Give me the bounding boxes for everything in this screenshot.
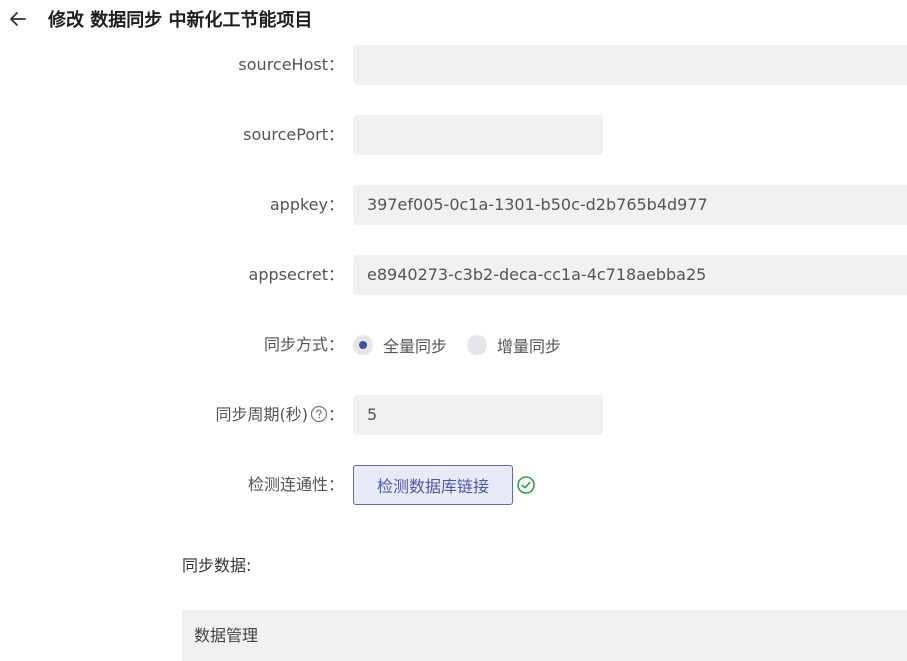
source-port-label: sourcePort：	[243, 125, 344, 144]
appkey-row: appkey：	[0, 185, 907, 225]
sync-mode-option-incremental[interactable]: 增量同步	[467, 333, 561, 357]
appkey-label: appkey：	[269, 195, 344, 214]
sync-mode-option-label: 全量同步	[383, 337, 448, 356]
source-host-label: sourceHost：	[238, 55, 344, 74]
radio-unchecked-icon[interactable]	[467, 335, 488, 355]
sync-period-label: 同步周期(秒)：	[215, 405, 344, 424]
connectivity-row: 检测连通性： 检测数据库链接	[0, 465, 907, 505]
page-title: 修改 数据同步 中新化工节能项目	[48, 10, 313, 31]
check-circle-icon	[517, 476, 535, 494]
test-db-connection-button[interactable]: 检测数据库链接	[353, 465, 513, 505]
page: 修改 数据同步 中新化工节能项目 sourceHost： sourcePort：…	[0, 0, 907, 661]
sync-data-section-title: 同步数据:	[182, 556, 252, 575]
question-circle-icon[interactable]	[310, 405, 328, 423]
sync-mode-radio-group: 全量同步 增量同步	[353, 325, 581, 365]
sync-mode-label: 同步方式：	[263, 335, 344, 354]
sync-period-row: 同步周期(秒)：	[0, 395, 907, 435]
source-port-row: sourcePort：	[0, 115, 907, 155]
source-host-input[interactable]	[353, 45, 907, 85]
sync-mode-row: 同步方式： 全量同步 增量同步	[0, 325, 907, 365]
data-management-panel-header[interactable]: 数据管理	[182, 610, 907, 661]
sync-period-input[interactable]	[353, 395, 603, 435]
radio-checked-icon[interactable]	[353, 335, 373, 355]
connectivity-label: 检测连通性：	[247, 475, 344, 494]
appsecret-label: appsecret：	[248, 265, 344, 284]
source-host-row: sourceHost：	[0, 45, 907, 85]
appkey-input[interactable]	[353, 185, 907, 225]
sync-mode-option-label: 增量同步	[497, 337, 562, 356]
back-arrow-icon[interactable]	[8, 9, 28, 29]
appsecret-row: appsecret：	[0, 255, 907, 295]
source-port-input[interactable]	[353, 115, 603, 155]
page-header: 修改 数据同步 中新化工节能项目	[0, 0, 907, 44]
appsecret-input[interactable]	[353, 255, 907, 295]
sync-mode-option-full[interactable]: 全量同步	[353, 333, 447, 357]
